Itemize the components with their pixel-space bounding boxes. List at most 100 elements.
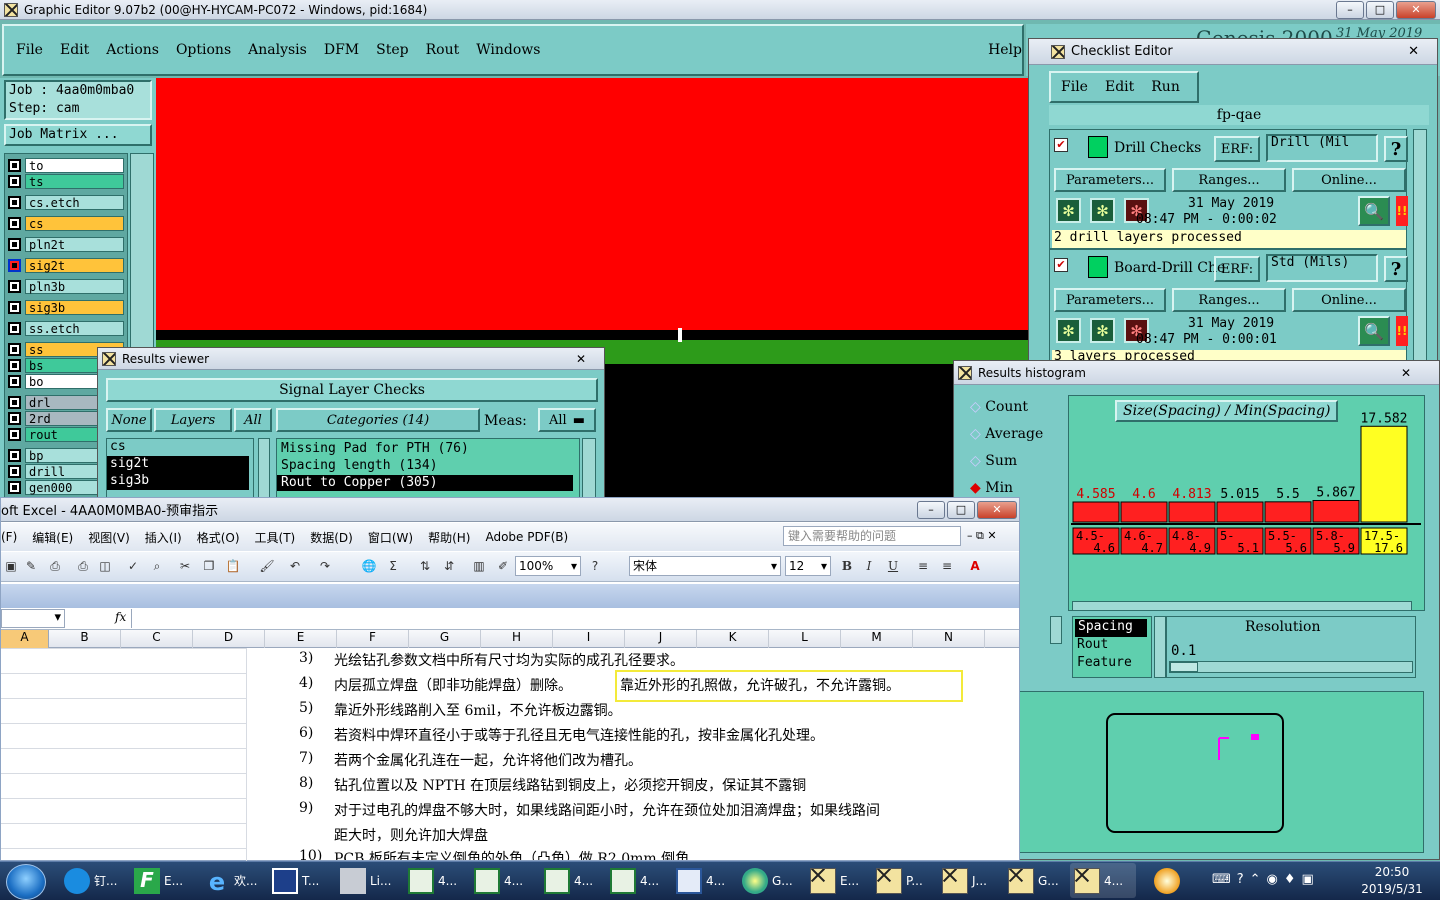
results-viewer-titlebar[interactable]: Results viewer ✕ (98, 348, 604, 370)
taskbar-item[interactable]: G... (1004, 863, 1068, 898)
parameters-button[interactable]: Parameters... (1054, 288, 1166, 312)
excel-titlebar[interactable]: oft Excel - 4AA0M0MBA0-预审指示 – □ ✕ (1, 498, 1019, 522)
taskbar-item[interactable]: 4... (404, 863, 468, 898)
mode-min-radio[interactable]: ◆ Min (970, 480, 1013, 496)
permission-icon[interactable]: ✎ (23, 558, 39, 574)
category-scrollbar[interactable] (582, 438, 596, 500)
excel-menu-insert[interactable]: 插入(I) (145, 529, 182, 546)
layer-result-scrollbar[interactable] (258, 438, 270, 500)
excel-close-button[interactable]: ✕ (977, 500, 1017, 519)
taskbar-item[interactable]: T... (268, 863, 336, 898)
layer-row[interactable]: ss.etch (8, 321, 124, 336)
layer-row[interactable]: sig2t (8, 258, 124, 273)
taskbar-item[interactable]: E... (806, 863, 870, 898)
histogram-bar[interactable] (1360, 425, 1408, 523)
close-button[interactable]: ✕ (1396, 0, 1436, 19)
help-button[interactable]: ? (1384, 136, 1408, 162)
erf-field[interactable]: Drill (Mil (1266, 134, 1378, 162)
online-button[interactable]: Online... (1292, 288, 1406, 312)
checklist-close-icon[interactable]: ✕ (1408, 44, 1419, 59)
excel-menu-adobe-pdf[interactable]: Adobe PDF(B) (485, 530, 568, 544)
taskbar-item[interactable]: 4... (470, 863, 534, 898)
system-tray-icons[interactable]: ⌨?⌃◉♦▣ (1212, 872, 1320, 887)
undo-icon[interactable]: ↶ (287, 558, 303, 574)
checklist-menu-run[interactable]: Run (1151, 79, 1180, 95)
help-question-input[interactable]: 键入需要帮助的问题 (783, 526, 961, 546)
none-button[interactable]: None (106, 408, 152, 432)
histogram-h-scrollbar[interactable] (1072, 601, 1412, 611)
zoom-select[interactable]: 100% ▾ (515, 556, 581, 576)
taskbar-item[interactable]: 4... (606, 863, 670, 898)
taskbar-item[interactable]: F E... (130, 863, 198, 898)
mode-scrollbar[interactable] (1050, 616, 1062, 644)
column-header[interactable]: E (265, 630, 337, 648)
layer-checkbox[interactable] (8, 359, 21, 372)
excel-menu-view[interactable]: 视图(V) (88, 529, 130, 546)
redo-icon[interactable]: ↷ (317, 558, 333, 574)
excel-minimize-button[interactable]: – (917, 500, 945, 519)
erf-field[interactable]: Std (Mils) (1266, 254, 1378, 282)
layer-checkbox[interactable] (8, 465, 21, 478)
excel-menu-window[interactable]: 窗口(W) (368, 529, 413, 546)
menu-file[interactable]: File (16, 42, 43, 58)
column-header[interactable]: I (553, 630, 625, 648)
layer-row[interactable]: sig3b (8, 300, 124, 315)
category-item[interactable]: Spacing length (134) (277, 457, 579, 475)
help-icon[interactable]: ? (587, 558, 603, 574)
clock[interactable]: 20:50 2019/5/31 (1352, 864, 1432, 898)
layer-checkbox[interactable] (8, 159, 21, 172)
column-header[interactable]: F (337, 630, 409, 648)
layer-checkbox[interactable] (8, 238, 21, 251)
excel-menu-format[interactable]: 格式(O) (197, 529, 240, 546)
layer-checkbox[interactable] (8, 343, 21, 356)
column-header[interactable]: M (841, 630, 913, 648)
histogram-close-icon[interactable]: ✕ (1401, 366, 1411, 380)
category-item[interactable]: Rout to Copper (305) (277, 475, 573, 491)
taskbar-item[interactable]: Li... (336, 863, 404, 898)
genesis-titlebar[interactable]: Graphic Editor 9.07b2 (00@HY-HYCAM-PC072… (0, 0, 1440, 20)
histogram-bar[interactable] (1216, 501, 1264, 523)
layer-checkbox[interactable] (8, 375, 21, 388)
checklist-menu-edit[interactable]: Edit (1105, 79, 1134, 95)
research-icon[interactable]: ⌕ (149, 558, 165, 574)
menu-options[interactable]: Options (176, 42, 231, 58)
histogram-titlebar[interactable]: Results histogram ✕ (954, 361, 1439, 385)
taskbar-item[interactable]: J... (938, 863, 1002, 898)
column-header[interactable]: A (1, 630, 49, 648)
column-header[interactable]: N (913, 630, 985, 648)
layer-result-item[interactable]: cs (107, 439, 253, 456)
excel-menu-edit[interactable]: 编辑(E) (32, 529, 73, 546)
layer-checkbox[interactable] (8, 412, 21, 425)
zoom-results-icon[interactable]: 🔍 (1358, 196, 1390, 226)
layer-checkbox[interactable] (8, 449, 21, 462)
column-header[interactable]: K (697, 630, 769, 648)
layer-row[interactable]: ts (8, 174, 124, 189)
taskbar-item[interactable]: e 欢... (200, 863, 268, 898)
resolution-slider-thumb[interactable] (1170, 662, 1198, 672)
run-check-icon[interactable]: ✻ (1056, 198, 1081, 223)
column-header[interactable]: D (193, 630, 265, 648)
column-header[interactable]: J (625, 630, 697, 648)
sort-descending-icon[interactable]: ⇵ (441, 558, 457, 574)
checklist-titlebar[interactable]: Checklist Editor ✕ (1029, 39, 1437, 65)
layer-checkbox[interactable] (8, 396, 21, 409)
fx-icon[interactable]: fx (115, 610, 126, 624)
menu-windows[interactable]: Windows (476, 42, 540, 58)
layer-row[interactable]: cs (8, 216, 124, 231)
taskbar-item[interactable] (1150, 863, 1190, 898)
job-matrix-button[interactable]: Job Matrix ... (4, 124, 152, 146)
save-icon[interactable]: ▣ (3, 558, 19, 574)
align-center-icon[interactable]: ≡ (939, 558, 955, 574)
layer-checkbox[interactable] (8, 259, 21, 272)
minimize-button[interactable]: – (1336, 0, 1364, 19)
excel-doc-controls[interactable]: – ⧉ ✕ (967, 529, 997, 543)
ranges-button[interactable]: Ranges... (1172, 288, 1286, 312)
font-select[interactable]: 宋体 ▾ (629, 556, 781, 576)
mode-average-radio[interactable]: ◇ Average (970, 426, 1043, 442)
menu-actions[interactable]: Actions (106, 42, 159, 58)
font-color-icon[interactable]: A (967, 558, 983, 574)
formula-input[interactable] (131, 609, 1017, 628)
check-enable-checkbox[interactable]: ✔ (1054, 138, 1068, 152)
format-painter-icon[interactable]: 🖌 (259, 558, 275, 574)
maximize-button[interactable]: □ (1366, 0, 1394, 19)
